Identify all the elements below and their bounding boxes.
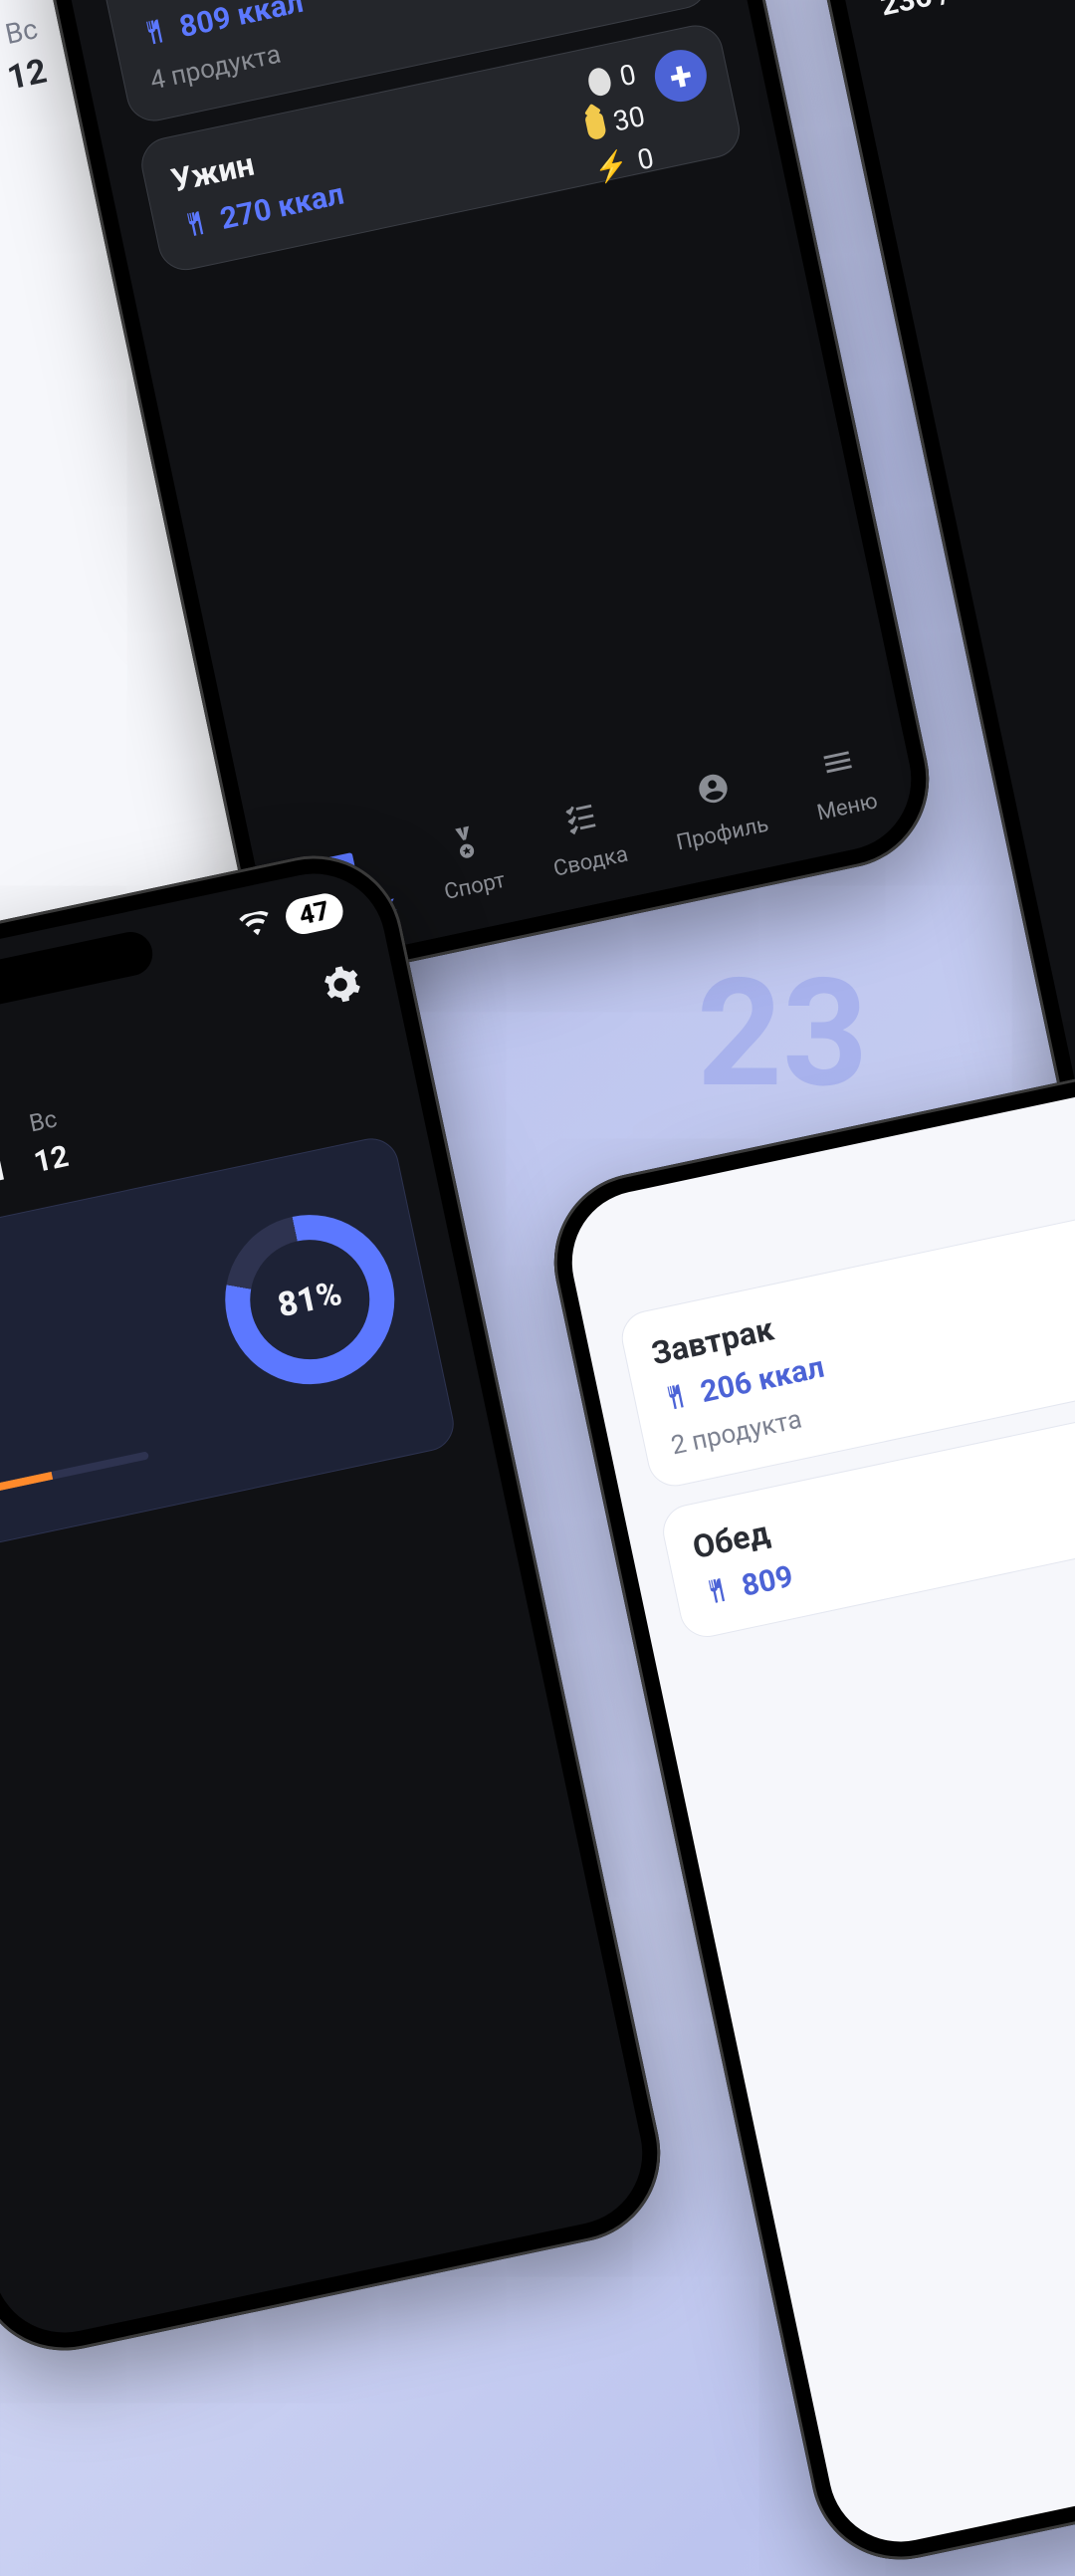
day-dow: Вс [2, 12, 40, 51]
nav-menu[interactable]: Меню [804, 739, 880, 825]
energy-val: 0 [635, 141, 657, 177]
summary-card: ккал 81% иры ⚡ [0, 1133, 459, 1568]
nav-label: Спорт [442, 868, 507, 905]
fat-val: 30 [610, 100, 648, 138]
nav-label: Меню [815, 789, 880, 825]
phone-bottomright-light: Завтрак 206 ккал 2 продукта Обед 809 [538, 1049, 1075, 2576]
checklist-icon [561, 797, 603, 845]
utensils-icon [700, 1574, 734, 1611]
battery-pill: 47 [283, 890, 346, 937]
fat-icon [584, 112, 607, 140]
phone-bottom-dark: 10:17 47 Сегодня Ср8 Чт9 Пт10 Сб11 Вс12 [0, 839, 677, 2368]
nav-summary[interactable]: Сводка [540, 793, 630, 882]
medal-icon [445, 821, 487, 870]
dow: Вс [27, 1104, 60, 1137]
utensils-icon [178, 207, 212, 244]
macro-bar [0, 1451, 149, 1513]
nav-profile[interactable]: Профиль [664, 763, 771, 856]
cal-partial: 236 / [878, 0, 1075, 23]
gear-icon[interactable] [317, 961, 366, 1018]
daynum: 12 [31, 1139, 72, 1180]
profile-icon [693, 769, 735, 818]
add-button[interactable]: + [650, 45, 712, 107]
day-col[interactable]: Вс12 [24, 1104, 72, 1181]
nav-sport[interactable]: Спорт [432, 819, 508, 905]
meal-kcal: 809 [739, 1559, 796, 1604]
day-col[interactable]: Сб11 [0, 1117, 11, 1194]
utensils-icon [137, 15, 171, 52]
wifi-icon [238, 906, 275, 946]
nav-label: Сводка [551, 842, 630, 882]
protein-icon [586, 66, 613, 98]
menu-icon [817, 742, 859, 791]
background-number: 23 [697, 946, 868, 1121]
energy-icon: ⚡ [591, 146, 632, 186]
nav-label: Профиль [674, 812, 770, 855]
utensils-icon [659, 1380, 693, 1417]
ring-pct: 81% [275, 1274, 345, 1326]
day-num: 12 [4, 51, 50, 98]
daynum: 11 [0, 1152, 11, 1193]
